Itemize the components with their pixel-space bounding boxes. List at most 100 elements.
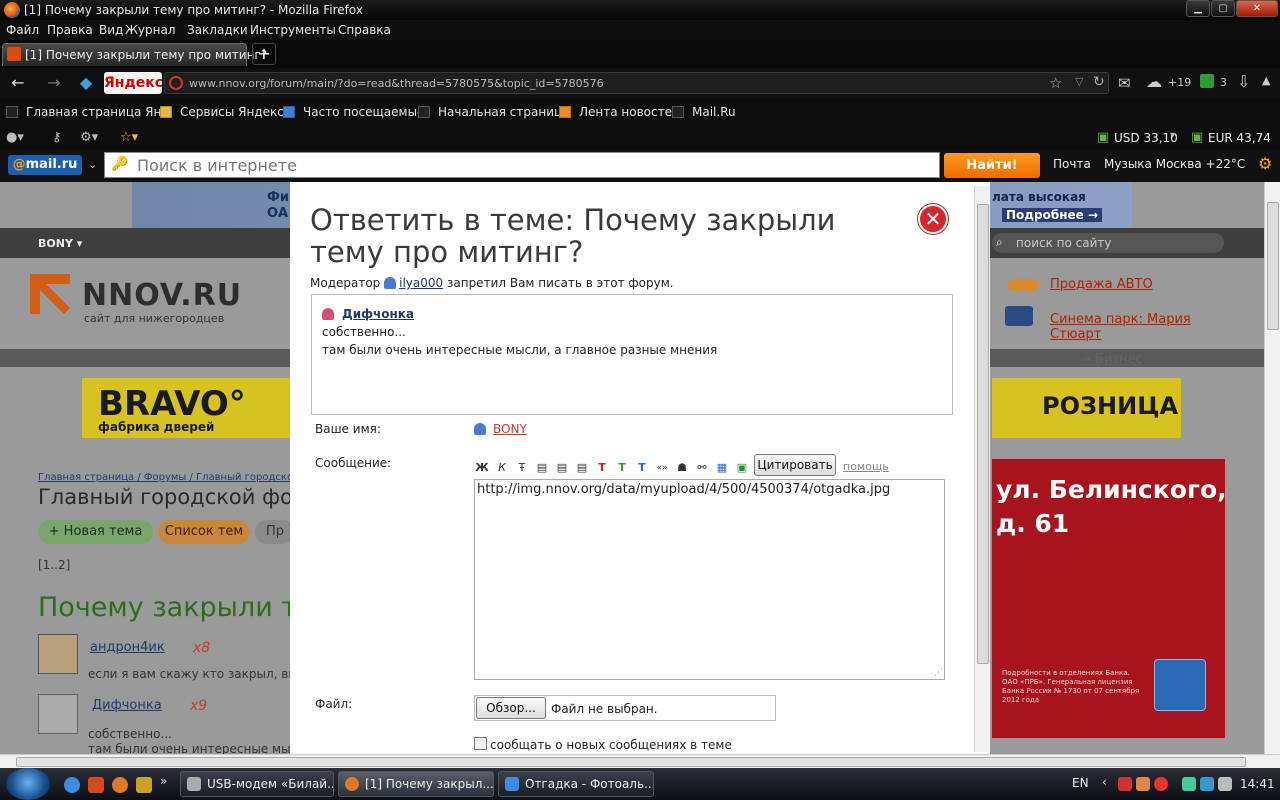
bank-ad[interactable]: ул. Белинского, д. 61 Подробности в отде…: [992, 459, 1227, 738]
bookmark-news-feed[interactable]: Лента новостей: [559, 105, 680, 119]
mailru-logo[interactable]: @mail.ru: [8, 155, 82, 175]
notify-checkbox[interactable]: [474, 737, 487, 750]
find-button[interactable]: Найти!: [944, 153, 1040, 178]
message-textarea[interactable]: [474, 479, 945, 680]
link-icon[interactable]: ⚯: [694, 460, 710, 476]
address-bar[interactable]: www.nnov.org/forum/main/?do=read&thread=…: [164, 72, 1109, 94]
mailru-search-input[interactable]: [137, 155, 927, 175]
red-text-button[interactable]: T: [594, 460, 610, 476]
start-button[interactable]: [6, 768, 50, 800]
tools-icon[interactable]: ⚙▾: [80, 130, 98, 145]
horizontal-scroll-thumb[interactable]: [16, 757, 1246, 767]
breadcrumb[interactable]: Главная страница / Форумы / Главный горо…: [38, 472, 311, 483]
green-text-button[interactable]: T: [614, 460, 630, 476]
menu-tools[interactable]: Инструменты: [250, 23, 336, 37]
site-search-box[interactable]: ⌕ поиск по сайту: [992, 233, 1224, 253]
security-icon[interactable]: [1118, 777, 1132, 791]
person-icon[interactable]: ☗: [674, 460, 690, 476]
image-icon[interactable]: ▣: [734, 460, 750, 476]
italic-button[interactable]: К: [494, 460, 510, 476]
pagination[interactable]: [1..2]: [38, 558, 70, 572]
page-scrollbar[interactable]: [1264, 182, 1280, 754]
avatar[interactable]: [38, 694, 78, 734]
user-name-link[interactable]: BONY: [493, 422, 527, 436]
taskbar-item-photo-album[interactable]: Отгадка - Фотоаль...: [498, 771, 654, 797]
horizontal-scrollbar[interactable]: [0, 754, 1280, 768]
back-arrow-icon[interactable]: ←: [8, 73, 28, 93]
reload-icon[interactable]: ↻: [1093, 74, 1105, 90]
align-center-button[interactable]: ▤: [554, 460, 570, 476]
blue-text-button[interactable]: T: [634, 460, 650, 476]
dialog-scroll-thumb[interactable]: [977, 204, 989, 664]
chevron-down-icon[interactable]: ⌄: [88, 158, 97, 171]
bookmark-yandex-home[interactable]: Главная страница Ян...: [6, 105, 173, 119]
clock[interactable]: 14:41: [1240, 777, 1275, 791]
home-icon[interactable]: ◆: [76, 73, 96, 93]
network-icon[interactable]: [1200, 777, 1214, 791]
music-weather-link[interactable]: Музыка Москва +22°C: [1104, 157, 1245, 171]
maximize-button[interactable]: ▢: [1211, 0, 1235, 17]
mail-link[interactable]: Почта: [1053, 157, 1091, 171]
site-identity-icon[interactable]: [169, 76, 183, 90]
post-author-link[interactable]: Дифчонка: [92, 698, 162, 713]
key-icon[interactable]: ⚷: [52, 130, 62, 145]
gear-icon[interactable]: ⚙: [1258, 154, 1272, 173]
bookmark-most-visited[interactable]: Часто посещаемые: [283, 105, 424, 119]
link-auto-sale[interactable]: Продажа АВТО: [1050, 277, 1153, 292]
menu-history[interactable]: Журнал: [125, 23, 176, 37]
download-icon[interactable]: ⇩: [1237, 72, 1250, 91]
roznica-ad[interactable]: РОЗНИЦА: [992, 378, 1181, 438]
close-window-button[interactable]: ✕: [1236, 0, 1278, 17]
chat-bubble-icon[interactable]: ●▾: [6, 130, 24, 145]
url-dropdown-icon[interactable]: ▽: [1075, 75, 1083, 88]
user-menu[interactable]: BONY ▾: [38, 237, 82, 250]
link-cinema[interactable]: Синема парк: Мария Стюарт: [1050, 312, 1240, 342]
link-business[interactable]: → Бизнес: [1080, 352, 1143, 367]
moderator-link[interactable]: ilya000: [399, 276, 443, 290]
quoted-author-link[interactable]: Дифчонка: [342, 307, 414, 321]
volume-icon[interactable]: [1218, 777, 1232, 791]
page-scroll-thumb[interactable]: [1267, 202, 1279, 330]
align-right-button[interactable]: ▤: [574, 460, 590, 476]
opera-icon[interactable]: [1154, 777, 1168, 791]
menu-arrow-icon[interactable]: ▲: [1262, 74, 1270, 87]
menu-file[interactable]: Файл: [6, 23, 39, 37]
new-topic-button[interactable]: + Новая тема: [38, 520, 153, 544]
strike-button[interactable]: Ŧ: [514, 460, 530, 476]
favorites-star-icon[interactable]: ☆▾: [120, 130, 138, 145]
usd-dropdown-icon[interactable]: ▾: [1170, 130, 1175, 141]
tray-icon[interactable]: [1182, 777, 1196, 791]
menu-edit[interactable]: Правка: [47, 23, 93, 37]
quote-button[interactable]: «»: [654, 460, 670, 476]
avatar[interactable]: [38, 634, 78, 674]
bookmark-mailru[interactable]: Mail.Ru: [672, 105, 736, 119]
firefox-icon[interactable]: [112, 777, 128, 793]
dialog-scrollbar[interactable]: [974, 186, 990, 752]
bookmark-star-icon[interactable]: ☆: [1049, 74, 1062, 92]
more-button[interactable]: Пр: [255, 520, 295, 544]
table-icon[interactable]: ▦: [714, 460, 730, 476]
chevron-left-icon[interactable]: ‹: [1102, 775, 1107, 789]
notify-label[interactable]: сообщать о новых сообщениях в теме: [490, 738, 732, 752]
banner-more-button[interactable]: Подробнее →: [1002, 208, 1102, 222]
align-left-button[interactable]: ▤: [534, 460, 550, 476]
bravo-ad[interactable]: BRAVO° фабрика дверей: [82, 378, 292, 438]
close-dialog-button[interactable]: ✕: [918, 204, 948, 234]
language-indicator[interactable]: EN: [1072, 776, 1089, 790]
taskbar-item-usb-modem[interactable]: USB-модем «Билай...: [180, 771, 334, 797]
notification-icon[interactable]: [1200, 74, 1214, 88]
tab-active[interactable]: [1] Почему закрыли тему про митинг?: [2, 43, 267, 66]
forward-arrow-icon[interactable]: →: [44, 73, 64, 93]
chevron-right-icon[interactable]: »: [160, 774, 167, 788]
bold-button[interactable]: Ж: [474, 460, 490, 476]
yandex-button[interactable]: Яндекс: [104, 72, 163, 94]
ie-icon[interactable]: [64, 777, 80, 793]
cloud-icon[interactable]: ☁: [1146, 72, 1162, 91]
taskbar-item-firefox[interactable]: [1] Почему закрыл...: [338, 771, 494, 797]
resize-grip-icon[interactable]: ⋰: [934, 668, 944, 678]
cite-button[interactable]: Цитировать: [754, 454, 836, 476]
help-link[interactable]: помощь: [843, 460, 889, 473]
tray-icon[interactable]: [1136, 777, 1150, 791]
bookmark-yandex-services[interactable]: Сервисы Яндекса: [160, 105, 291, 119]
menu-view[interactable]: Вид: [99, 23, 123, 37]
